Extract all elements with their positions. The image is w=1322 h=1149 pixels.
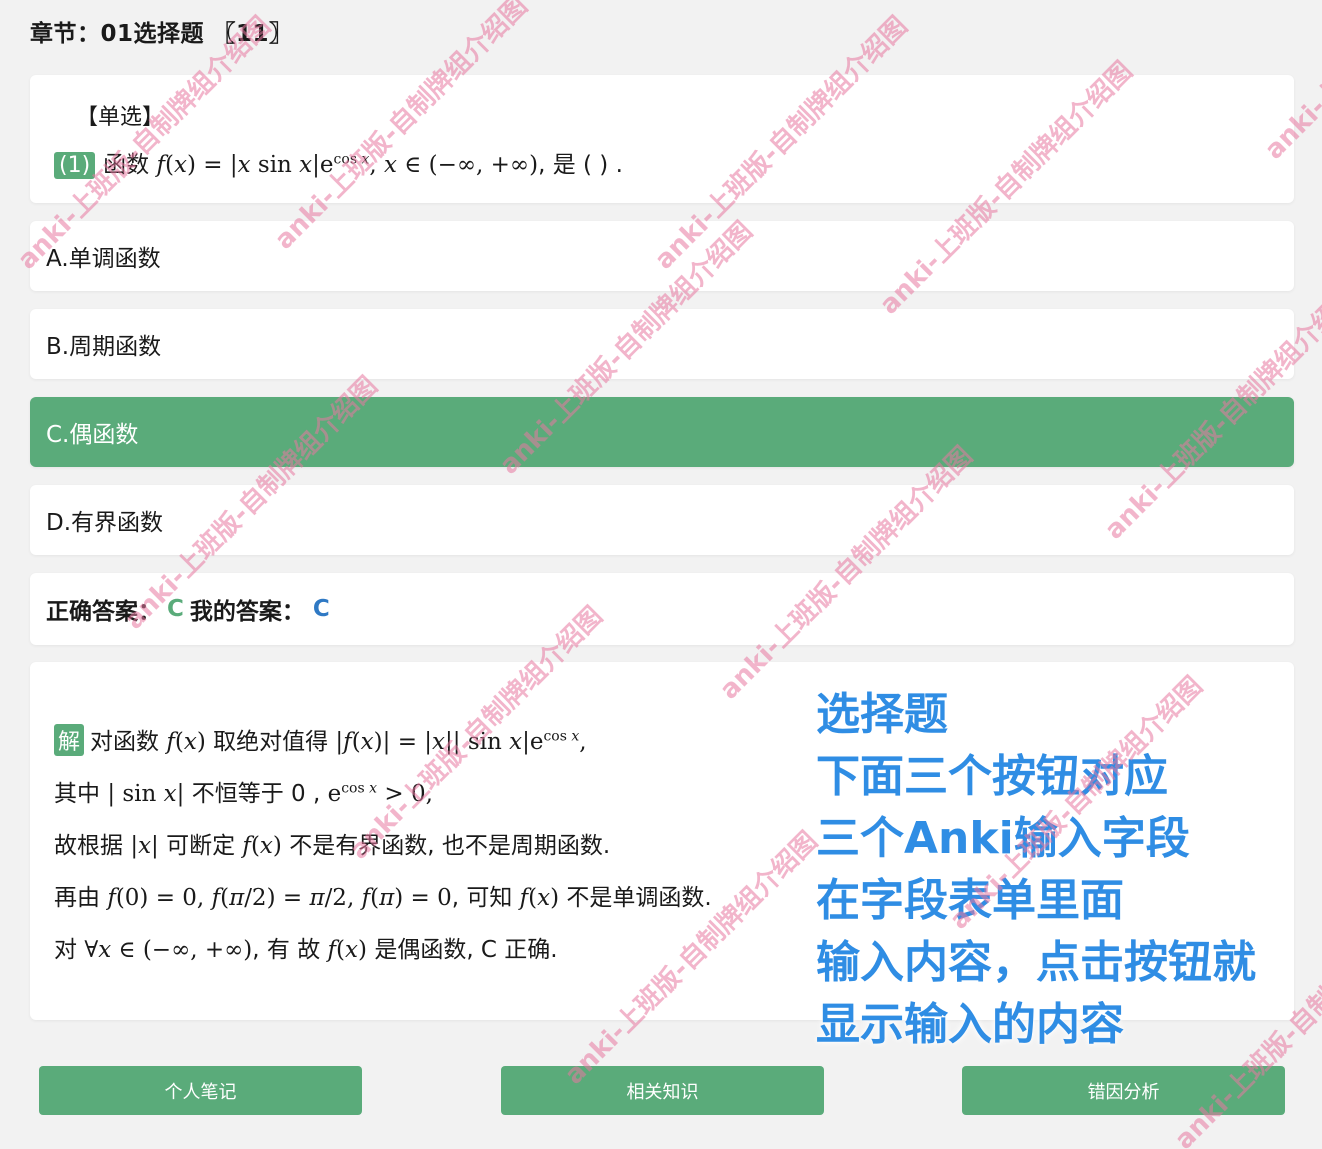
option-b[interactable]: B.周期函数 — [30, 309, 1294, 379]
option-c[interactable]: C.偶函数 — [30, 397, 1294, 467]
explanation-line-1: 解对函数 f(x) 取绝对值得 |f(x)| = |x|| sin x|ecos… — [54, 722, 587, 756]
explanation-line-4: 再由 f(0) = 0, f(π/2) = π/2, f(π) = 0, 可知 … — [54, 878, 712, 912]
formula: f(x) — [327, 937, 367, 963]
formula: |x| — [130, 833, 159, 859]
explanation-text: , 可知 — [451, 885, 513, 911]
question-number: (1) — [54, 152, 96, 179]
overlay-line: 输入内容，点击按钮就 — [816, 937, 1256, 988]
explanation-text: 可断定 — [166, 833, 236, 859]
option-a[interactable]: A.单调函数 — [30, 221, 1294, 291]
overlay-line: 显示输入的内容 — [816, 999, 1124, 1050]
overlay-line: 下面三个按钮对应 — [816, 751, 1168, 802]
formula: |f(x)| = |x|| sin x|ecos x, — [335, 728, 587, 755]
option-a-label: A.单调函数 — [46, 246, 161, 272]
overlay-line: 在字段表单里面 — [816, 875, 1124, 926]
explanation-line-3: 故根据 |x| 可断定 f(x) 不是有界函数, 也不是周期函数. — [54, 826, 610, 860]
explanation-text: 不是有界函数, 也不是周期函数. — [289, 833, 611, 859]
explanation-text: 对函数 — [90, 729, 160, 755]
stem-prefix: 函数 — [103, 152, 150, 178]
option-b-label: B.周期函数 — [46, 334, 162, 360]
explanation-badge: 解 — [54, 724, 85, 756]
option-d-label: D.有界函数 — [46, 510, 164, 536]
explanation-line-2: 其中 | sin x| 不恒等于 0 , ecos x > 0, — [54, 774, 433, 808]
annotation-overlay: 选择题 下面三个按钮对应 三个Anki输入字段 在字段表单里面 输入内容，点击按… — [816, 684, 1256, 1056]
explanation-text: 故根据 — [54, 833, 123, 859]
formula: | sin x| — [107, 781, 185, 807]
explanation-text: 取绝对值得 — [213, 729, 329, 755]
overlay-line: 选择题 — [816, 689, 948, 740]
option-c-label: C.偶函数 — [46, 422, 139, 448]
related-knowledge-button[interactable]: 相关知识 — [501, 1066, 824, 1115]
stem-formula: f(x) = |x sin x|ecos x, x ∈ (−∞, +∞) — [156, 151, 539, 178]
explanation-line-5: 对 ∀x ∈ (−∞, +∞), 有 故 f(x) 是偶函数, C 正确. — [54, 930, 558, 964]
chapter-title: 章节：01选择题 〖11〗 — [30, 21, 293, 47]
formula: f(x) — [242, 833, 282, 859]
explanation-text: 其中 — [54, 781, 100, 807]
explanation-text: 再由 — [54, 885, 100, 911]
answer-card: 正确答案： C 我的答案： C — [30, 573, 1294, 645]
option-d[interactable]: D.有界函数 — [30, 485, 1294, 555]
explanation-text: 是偶函数, C 正确. — [374, 937, 558, 963]
explanation-text: 不恒等于 0 , — [191, 781, 321, 807]
formula: ∀x ∈ (−∞, +∞) — [84, 937, 253, 963]
explanation-text: 对 — [54, 937, 77, 963]
formula: f(x) — [166, 729, 206, 755]
formula: ecos x > 0, — [327, 780, 433, 807]
explanation-text: , 有 故 — [252, 937, 321, 963]
formula: f(0) = 0, f(π/2) = π/2, f(π) = 0 — [107, 885, 452, 911]
question-type: 【单选】 — [76, 105, 165, 130]
stem-suffix: , 是 ( ) . — [538, 152, 623, 178]
question-card: 【单选】 (1) 函数 f(x) = |x sin x|ecos x, x ∈ (… — [30, 75, 1294, 203]
my-answer-value: C — [312, 596, 330, 622]
formula: f(x) — [519, 885, 560, 911]
error-analysis-button[interactable]: 错因分析 — [962, 1066, 1285, 1115]
question-stem: (1) 函数 f(x) = |x sin x|ecos x, x ∈ (−∞, +… — [54, 145, 623, 179]
my-answer-label: 我的答案： — [189, 599, 305, 625]
overlay-line: 三个Anki输入字段 — [816, 813, 1190, 864]
personal-notes-button[interactable]: 个人笔记 — [39, 1066, 362, 1115]
correct-answer-value: C — [167, 596, 184, 622]
explanation-text: 不是单调函数. — [566, 885, 712, 911]
correct-answer-label: 正确答案： — [46, 599, 161, 625]
